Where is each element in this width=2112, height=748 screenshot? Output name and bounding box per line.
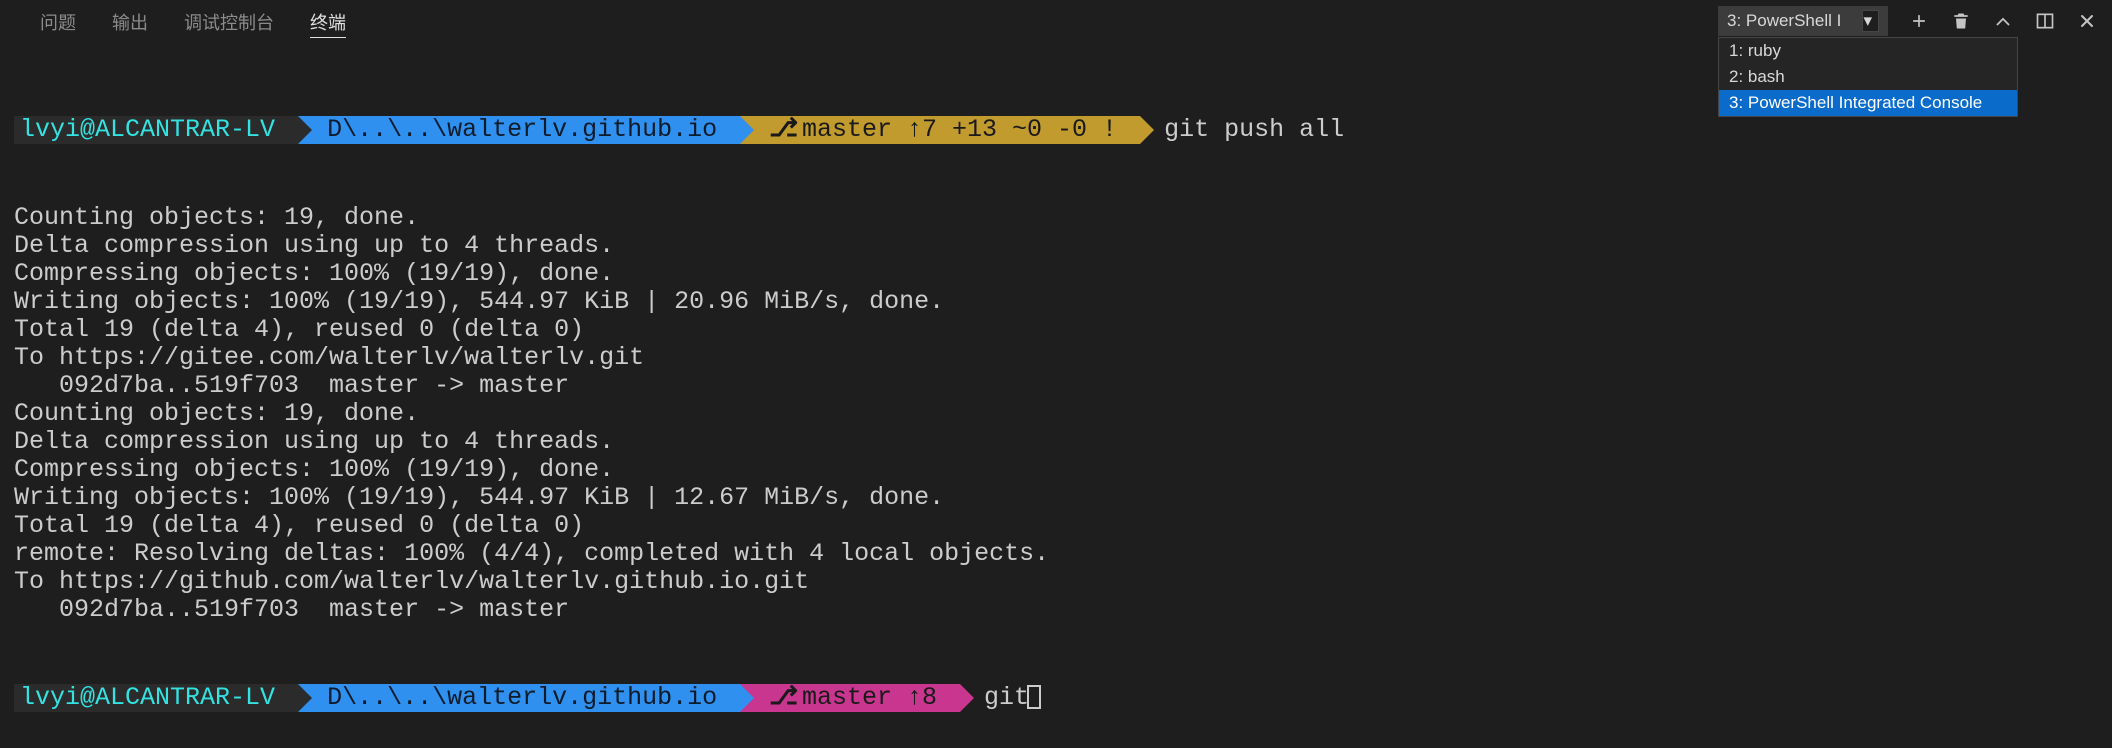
tab-output[interactable]: 输出 [112, 9, 148, 35]
branch-icon: ⎇ [769, 684, 798, 712]
command-input[interactable]: git [984, 684, 1041, 712]
arrow-icon [960, 684, 974, 712]
terminal-option-ruby[interactable]: 1: ruby [1719, 38, 2017, 64]
close-icon [2077, 11, 2097, 31]
terminal-output-line: Delta compression using up to 4 threads. [14, 232, 2098, 260]
arrow-icon [298, 116, 312, 144]
split-terminal-button[interactable] [2034, 10, 2056, 32]
prompt-path-text: D\..\..\walterlv.github.io [327, 684, 717, 712]
terminal-output-line: To https://github.com/walterlv/walterlv.… [14, 568, 2098, 596]
prompt-git-status: ⎇master ↑7 +13 ~0 -0 ! [754, 116, 1140, 144]
prompt-git-text: master ↑8 [802, 684, 937, 712]
close-panel-button[interactable] [2076, 10, 2098, 32]
terminal-option-powershell[interactable]: 3: PowerShell Integrated Console [1719, 90, 2017, 116]
terminal-output-line: Writing objects: 100% (19/19), 544.97 Ki… [14, 484, 2098, 512]
terminal-output-line: Compressing objects: 100% (19/19), done. [14, 456, 2098, 484]
prompt-line-1: lvyi@ALCANTRAR-LV D\..\..\walterlv.githu… [14, 116, 2098, 144]
maximize-panel-button[interactable] [1992, 10, 2014, 32]
prompt-user: lvyi@ALCANTRAR-LV [14, 116, 298, 144]
prompt-line-2: lvyi@ALCANTRAR-LV D\..\..\walterlv.githu… [14, 684, 2098, 712]
terminal-output-line: To https://gitee.com/walterlv/walterlv.g… [14, 344, 2098, 372]
terminal-option-bash[interactable]: 2: bash [1719, 64, 2017, 90]
terminal-output-line: Compressing objects: 100% (19/19), done. [14, 260, 2098, 288]
terminal-actions: 3: PowerShell I ▾ 1: ruby 2: bash 3: Pow… [1718, 6, 2098, 36]
command-text: git push all [1164, 116, 1344, 144]
trash-icon [1951, 11, 1971, 31]
arrow-icon [740, 684, 754, 712]
dropdown-icon: ▾ [1862, 10, 1879, 32]
arrow-icon [1140, 116, 1154, 144]
terminal-dropdown-list: 1: ruby 2: bash 3: PowerShell Integrated… [1718, 37, 2018, 117]
prompt-user: lvyi@ALCANTRAR-LV [14, 684, 298, 712]
terminal-body[interactable]: lvyi@ALCANTRAR-LV D\..\..\walterlv.githu… [0, 44, 2112, 744]
terminal-output-line: remote: Resolving deltas: 100% (4/4), co… [14, 540, 2098, 568]
prompt-path: D\..\..\walterlv.github.io [312, 684, 740, 712]
prompt-path: D\..\..\walterlv.github.io [312, 116, 740, 144]
panel-header: 问题 输出 调试控制台 终端 3: PowerShell I ▾ 1: ruby… [0, 0, 2112, 44]
prompt-git-text: master ↑7 +13 ~0 -0 ! [802, 116, 1117, 144]
terminal-selector[interactable]: 3: PowerShell I ▾ 1: ruby 2: bash 3: Pow… [1718, 6, 1888, 36]
terminal-selector-label: 3: PowerShell I [1727, 11, 1856, 31]
terminal-output-line: 092d7ba..519f703 master -> master [14, 596, 2098, 624]
terminal-output-line: Total 19 (delta 4), reused 0 (delta 0) [14, 316, 2098, 344]
command-input-text: git [984, 683, 1029, 712]
terminal-output: Counting objects: 19, done.Delta compres… [14, 204, 2098, 624]
chevron-up-icon [1993, 11, 2013, 31]
terminal-output-line: 092d7ba..519f703 master -> master [14, 372, 2098, 400]
tab-problems[interactable]: 问题 [40, 9, 76, 35]
prompt-path-text: D\..\..\walterlv.github.io [327, 116, 717, 144]
prompt-user-text: lvyi@ALCANTRAR-LV [20, 684, 275, 712]
prompt-git-status: ⎇master ↑8 [754, 684, 960, 712]
new-terminal-button[interactable] [1908, 10, 1930, 32]
plus-icon [1909, 11, 1929, 31]
tab-terminal[interactable]: 终端 [310, 9, 346, 35]
terminal-output-line: Counting objects: 19, done. [14, 204, 2098, 232]
terminal-output-line: Writing objects: 100% (19/19), 544.97 Ki… [14, 288, 2098, 316]
tab-debug-console[interactable]: 调试控制台 [184, 9, 274, 35]
arrow-icon [298, 684, 312, 712]
cursor-icon [1027, 685, 1041, 709]
arrow-icon [740, 116, 754, 144]
terminal-output-line: Counting objects: 19, done. [14, 400, 2098, 428]
panel-tabs: 问题 输出 调试控制台 终端 [12, 9, 346, 35]
terminal-output-line: Total 19 (delta 4), reused 0 (delta 0) [14, 512, 2098, 540]
branch-icon: ⎇ [769, 116, 798, 144]
prompt-user-text: lvyi@ALCANTRAR-LV [20, 116, 275, 144]
terminal-output-line: Delta compression using up to 4 threads. [14, 428, 2098, 456]
kill-terminal-button[interactable] [1950, 10, 1972, 32]
split-icon [2035, 11, 2055, 31]
